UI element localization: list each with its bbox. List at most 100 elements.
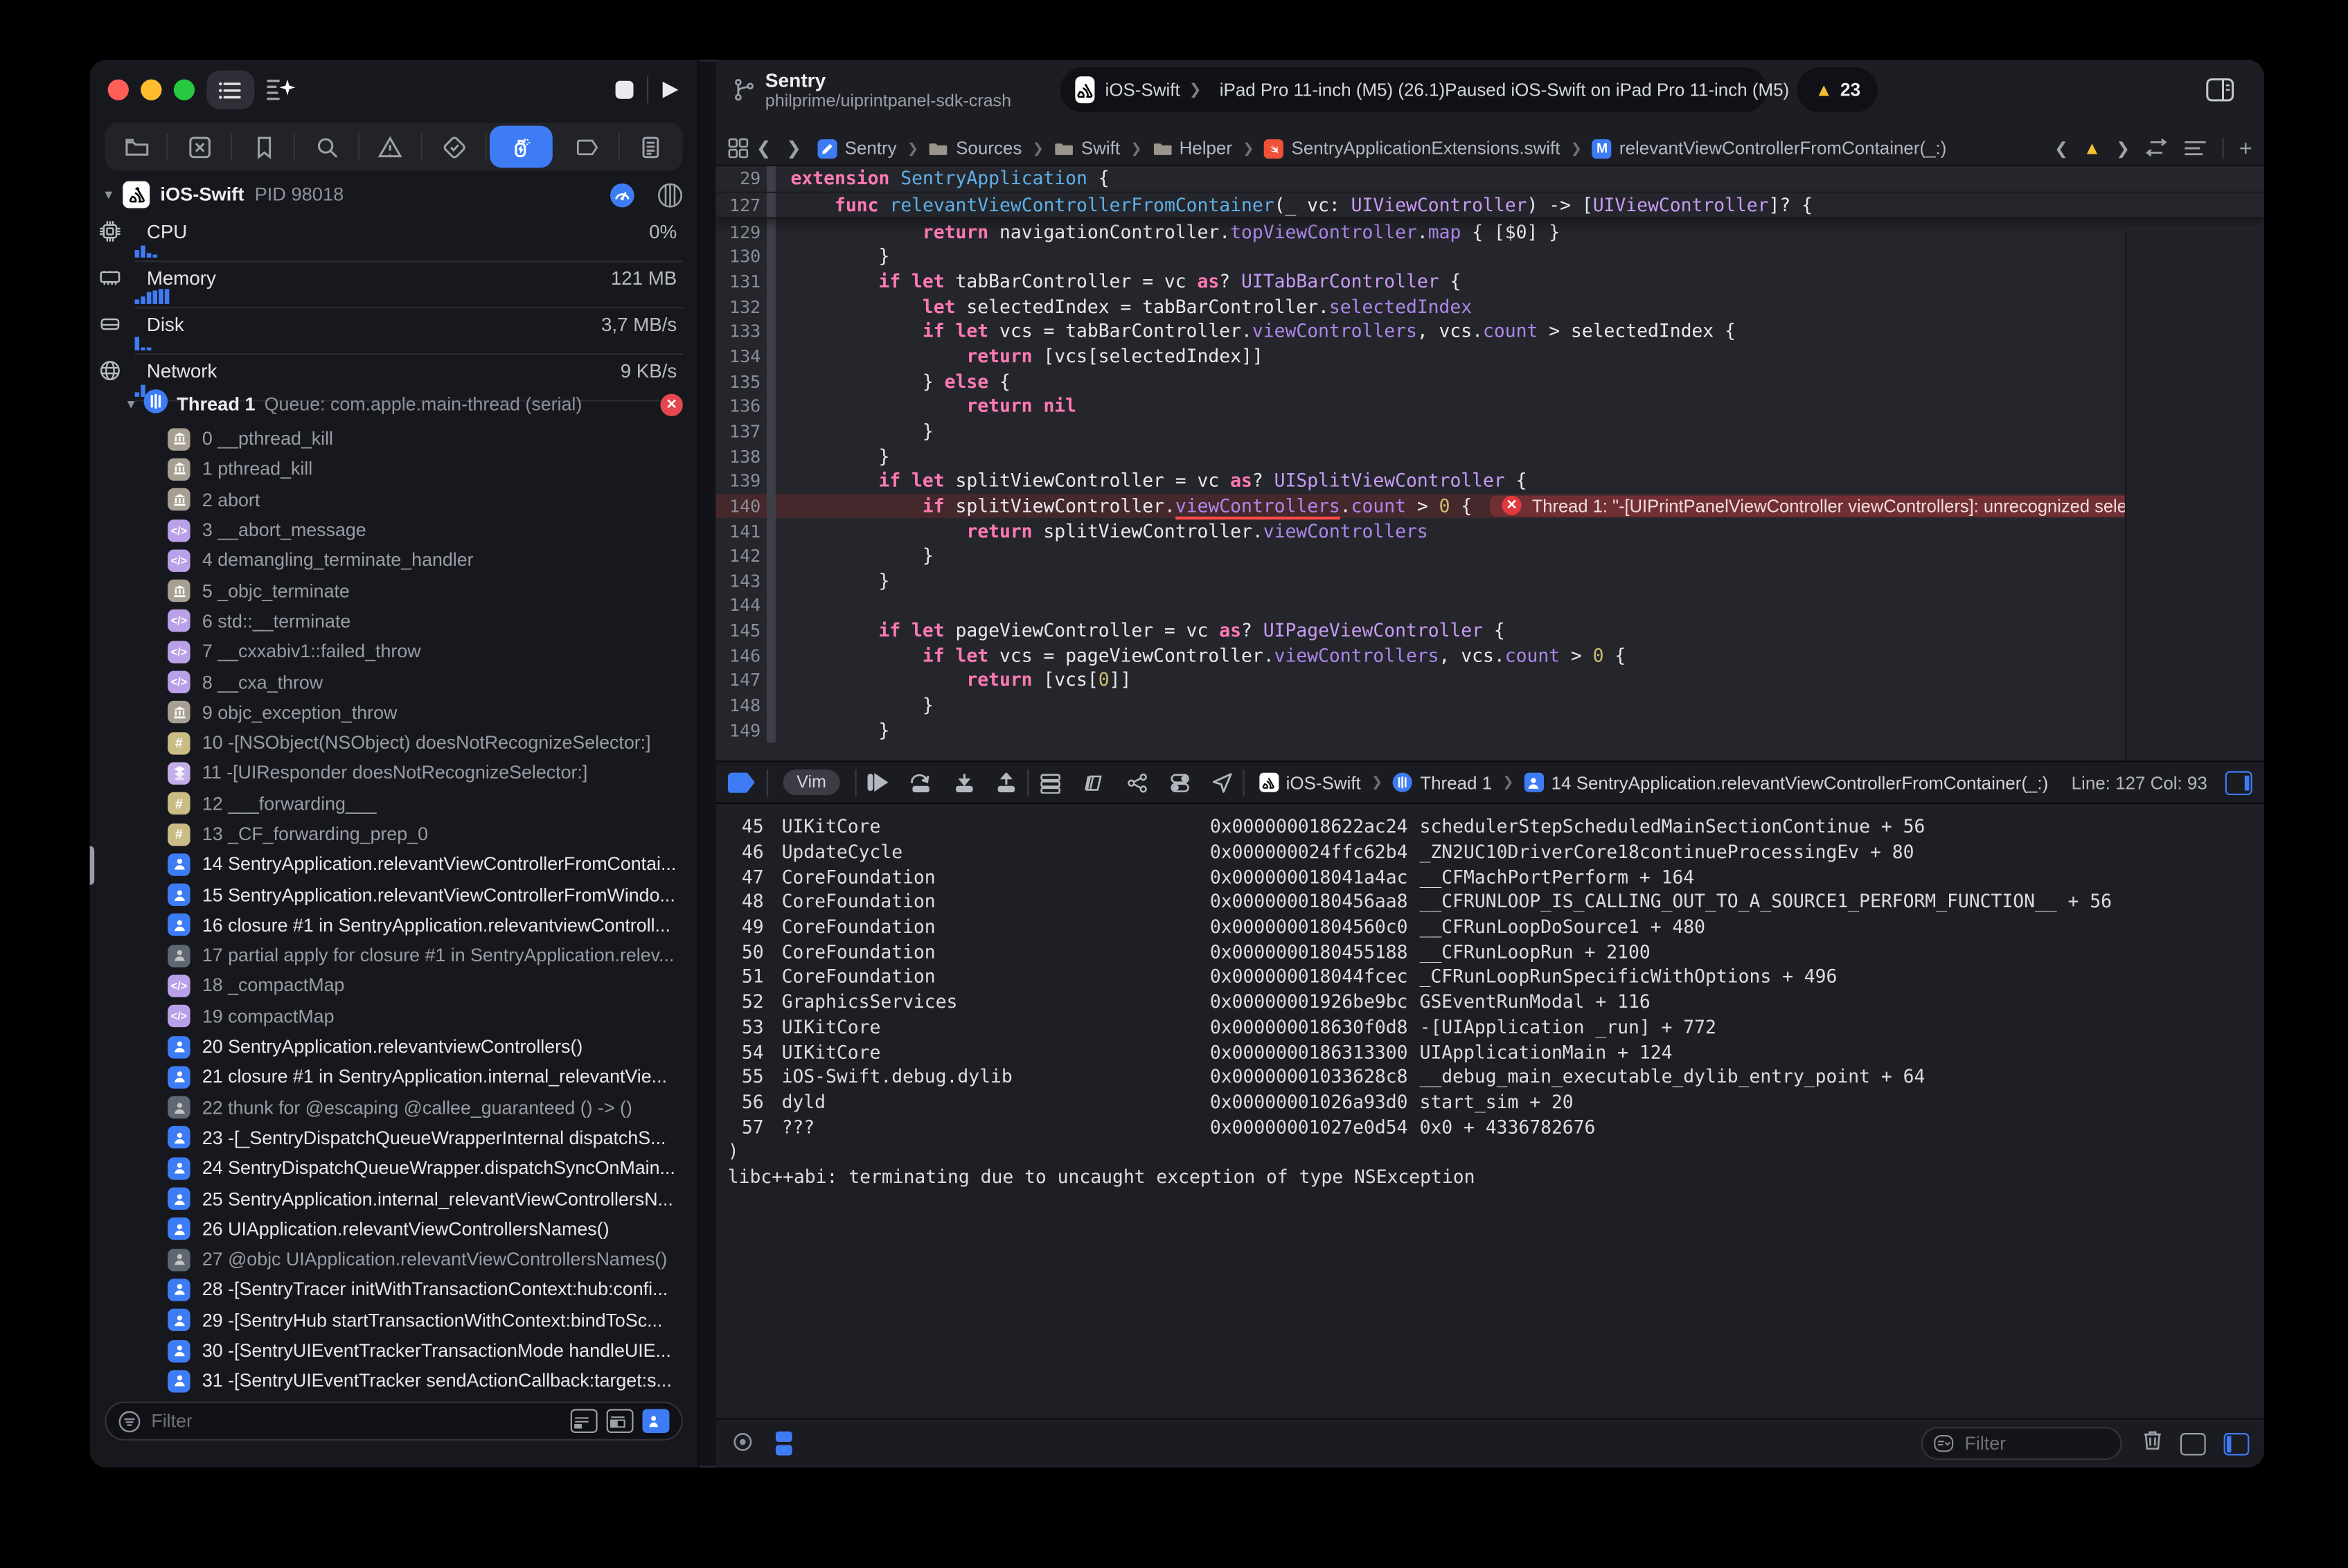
code-line-135[interactable]: 135 } else { [715, 368, 2264, 393]
stack-frame-row[interactable]: 23 -[_SentryDispatchQueueWrapperInternal… [90, 1123, 698, 1153]
code-line-137[interactable]: 137 } [715, 418, 2264, 443]
swap-arrows-icon[interactable] [2144, 138, 2169, 159]
vim-mode-badge[interactable]: Vim [783, 769, 840, 795]
navigator-list-toggle-icon[interactable] [206, 71, 254, 109]
stack-frame-row[interactable]: 29 -[SentryHub startTransactionWithConte… [90, 1305, 698, 1335]
stack-frame-row[interactable]: </>6 std::__terminate [90, 606, 698, 636]
console-filter-field[interactable]: Filter [1921, 1427, 2122, 1460]
stack-frame-row[interactable]: 11 -[UIResponder doesNotRecognizeSelecto… [90, 758, 698, 789]
debug-graph-icon[interactable] [1126, 772, 1148, 793]
stack-frame-row[interactable]: 22 thunk for @escaping @callee_guarantee… [90, 1092, 698, 1123]
stack-frame-row[interactable]: 2 abort [90, 485, 698, 515]
minimize-window-button[interactable] [141, 80, 161, 100]
stack-frame-row[interactable]: 30 -[SentryUIEventTrackerTransactionMode… [90, 1335, 698, 1366]
source-editor[interactable]: 29extension SentryApplication {127 func … [715, 165, 2264, 763]
breakpoint-navigator-icon[interactable] [555, 123, 619, 170]
process-row[interactable]: ▾ iOS-Swift PID 98018 [90, 177, 698, 213]
step-out-icon[interactable] [995, 772, 1016, 793]
thread-disclosure-chevron-icon[interactable]: ▾ [127, 396, 135, 413]
stack-frame-row[interactable]: 0 __pthread_kill [90, 424, 698, 454]
close-window-button[interactable] [108, 80, 129, 100]
stack-frame-row[interactable]: 31 -[SentryUIEventTracker sendActionCall… [90, 1366, 698, 1396]
stack-frame-row[interactable]: 26 UIApplication.relevantViewControllers… [90, 1214, 698, 1245]
stack-frame-row[interactable]: #10 -[NSObject(NSObject) doesNotRecogniz… [90, 728, 698, 758]
debug-breadcrumb-item[interactable]: iOS-Swift [1259, 772, 1361, 793]
code-line-149[interactable]: 149 } [715, 718, 2264, 743]
debug-breadcrumb-item[interactable]: 14 SentryApplication.relevantViewControl… [1524, 772, 2049, 793]
breadcrumb-item[interactable]: Helper [1153, 138, 1232, 159]
bookmark-navigator-icon[interactable] [232, 123, 296, 170]
stack-frame-row[interactable]: 24 SentryDispatchQueueWrapper.dispatchSy… [90, 1153, 698, 1184]
stack-frame-row[interactable]: 17 partial apply for closure #1 in Sentr… [90, 941, 698, 971]
code-line-29[interactable]: 29extension SentryApplication { [715, 166, 2264, 193]
hide-debug-area-icon[interactable] [2180, 1432, 2206, 1454]
stack-frame-row[interactable]: 27 @objc UIApplication.relevantViewContr… [90, 1245, 698, 1275]
next-issue-icon[interactable]: ❯ [2116, 139, 2130, 158]
stack-frame-row[interactable]: #13 _CF_forwarding_prep_0 [90, 819, 698, 849]
memory-graph-icon[interactable] [1083, 772, 1105, 793]
stack-frame-row[interactable]: </>8 __cxa_throw [90, 667, 698, 697]
report-navigator-icon[interactable] [619, 123, 683, 170]
view-hierarchy-icon[interactable] [1039, 772, 1061, 793]
code-line-138[interactable]: 138 } [715, 443, 2264, 468]
stack-frame-row[interactable]: #12 ___forwarding___ [90, 788, 698, 819]
breadcrumb-item[interactable]: SentryApplicationExtensions.swift [1265, 138, 1560, 159]
code-line-133[interactable]: 133 if let vcs = tabBarController.viewCo… [715, 319, 2264, 344]
scheme-capsule[interactable]: iOS-Swift ❯ iPad Pro 11-inch (M5) (26.1)… [1060, 67, 1767, 112]
code-line-139[interactable]: 139 if let splitViewController = vc as? … [715, 468, 2264, 493]
issue-navigator-icon[interactable] [359, 123, 423, 170]
stack-frame-row[interactable]: 20 SentryApplication.relevantviewControl… [90, 1031, 698, 1062]
variables-view-eye-icon[interactable] [731, 1432, 755, 1454]
stack-frame-row[interactable]: 14 SentryApplication.relevantViewControl… [90, 849, 698, 880]
show-frames-with-source-icon[interactable] [571, 1409, 598, 1433]
stop-button[interactable] [614, 80, 634, 100]
navigator-filter-bar[interactable]: Filter [105, 1402, 683, 1441]
breadcrumb-item[interactable]: Sources [929, 138, 1022, 159]
add-editor-icon[interactable]: + [2239, 136, 2252, 161]
stack-frame-row[interactable]: 28 -[SentryTracer initWithTransactionCon… [90, 1275, 698, 1306]
warning-count-pill[interactable]: ▲ 23 [1797, 67, 1878, 112]
stack-frame-row[interactable]: 21 closure #1 in SentryApplication.inter… [90, 1062, 698, 1092]
code-line-127[interactable]: 127 func relevantViewControllerFromConta… [715, 193, 2264, 219]
clear-console-icon[interactable] [2143, 1429, 2162, 1459]
thread-row[interactable]: ▾ Thread 1 Queue: com.apple.main-thread … [90, 388, 698, 421]
show-crashed-threads-icon[interactable] [607, 1409, 634, 1433]
find-navigator-icon[interactable] [296, 123, 359, 170]
project-navigator-icon[interactable] [105, 123, 168, 170]
show-only-user-frames-icon[interactable] [642, 1409, 669, 1433]
code-line-131[interactable]: 131 if let tabBarController = vc as? UIT… [715, 269, 2264, 294]
concentric-circles-icon[interactable] [657, 182, 683, 208]
environment-overrides-icon[interactable] [1169, 772, 1190, 793]
code-line-147[interactable]: 147 return [vcs[0]] [715, 668, 2264, 693]
debug-console[interactable]: 45UIKitCore0x000000018622ac24schedulerSt… [715, 804, 2264, 1418]
debug-navigator-icon[interactable] [489, 126, 553, 168]
project-title-block[interactable]: Sentry philprime/uiprintpanel-sdk-crash [733, 69, 1011, 112]
gauge-disk[interactable]: Disk3,7 MB/s [90, 308, 698, 355]
stack-frame-row[interactable]: 16 closure #1 in SentryApplication.relev… [90, 910, 698, 941]
stack-frame-row[interactable]: </>7 __cxxabiv1::failed_throw [90, 636, 698, 667]
stack-frame-row[interactable]: </>18 _compactMap [90, 971, 698, 1001]
code-line-136[interactable]: 136 return nil [715, 393, 2264, 418]
code-line-132[interactable]: 132 let selectedIndex = tabBarController… [715, 294, 2264, 319]
stack-frame-row[interactable]: </>19 compactMap [90, 1001, 698, 1032]
stack-frame-row[interactable]: </>3 __abort_message [90, 515, 698, 545]
stack-frame-row[interactable]: 5 _objc_terminate [90, 576, 698, 606]
code-line-141[interactable]: 141 return splitViewController.viewContr… [715, 518, 2264, 543]
pane-resize-handle[interactable] [90, 846, 94, 885]
step-over-icon[interactable] [909, 772, 933, 793]
code-line-146[interactable]: 146 if let vcs = pageViewController.view… [715, 643, 2264, 668]
code-line-130[interactable]: 130 } [715, 244, 2264, 269]
code-line-140[interactable]: 140 if splitViewController.viewControlle… [715, 493, 2264, 518]
code-line-145[interactable]: 145 if let pageViewController = vc as? U… [715, 618, 2264, 643]
breadcrumb-item[interactable]: MrelevantViewControllerFromContainer(_:) [1592, 138, 1946, 159]
breakpoints-toggle-icon[interactable] [728, 772, 755, 793]
paused-device-icon[interactable] [2225, 770, 2252, 794]
related-items-icon[interactable] [728, 138, 749, 159]
gauge-memory[interactable]: Memory121 MB [90, 262, 698, 308]
simulate-location-icon[interactable] [1211, 772, 1232, 793]
code-line-144[interactable]: 144 [715, 593, 2264, 618]
minimap[interactable] [2125, 231, 2264, 763]
back-icon[interactable]: ❮ [756, 138, 772, 159]
test-navigator-icon[interactable] [423, 123, 486, 170]
gauge-info-icon[interactable] [610, 182, 635, 208]
